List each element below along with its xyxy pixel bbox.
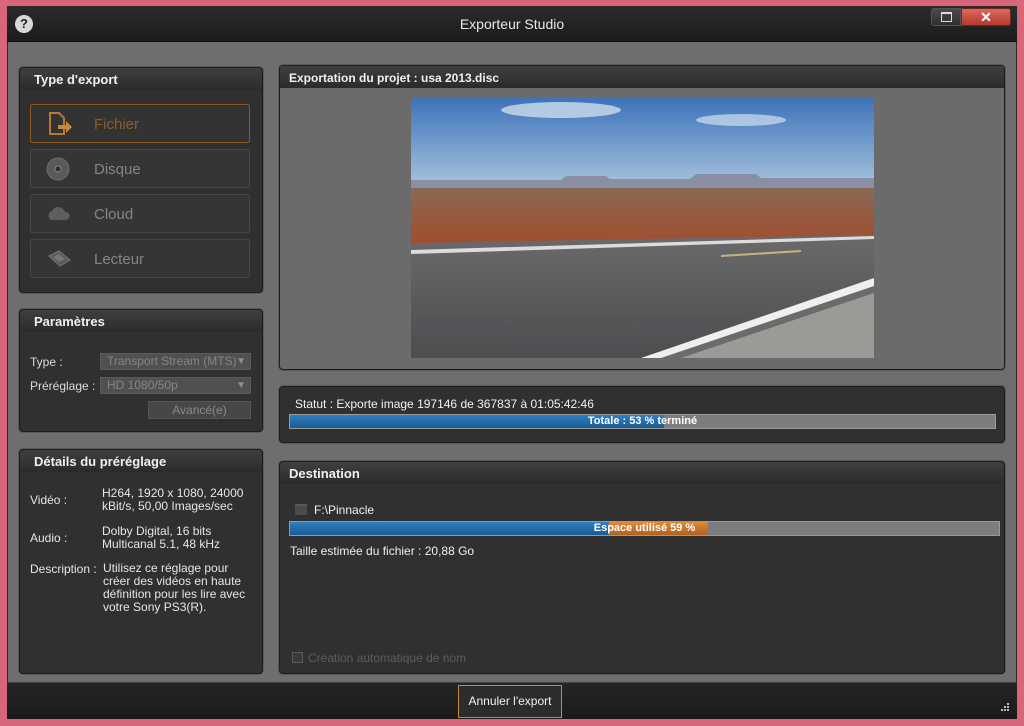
preset-label: Préréglage :: [30, 379, 96, 393]
cancel-export-button[interactable]: Annuler l'export: [458, 685, 562, 718]
export-type-cloud-button[interactable]: Cloud: [30, 194, 250, 233]
audio-value: Dolby Digital, 16 bits Multicanal 5.1, 4…: [102, 524, 221, 551]
destination-path[interactable]: F:\Pinnacle: [314, 503, 374, 517]
export-type-device-button[interactable]: Lecteur: [30, 239, 250, 278]
status-text: Statut : Exporte image 197146 de 367837 …: [295, 397, 594, 411]
disk-space-label: Espace utilisé 59 %: [593, 522, 696, 534]
export-progress-label: Totale : 53 % terminé: [587, 415, 698, 427]
type-select[interactable]: Transport Stream (MTS) ▼: [100, 353, 251, 370]
estimated-file-size: Taille estimée du fichier : 20,88 Go: [290, 544, 475, 558]
export-type-device-label: Lecteur: [94, 251, 145, 268]
export-type-cloud-label: Cloud: [94, 206, 134, 223]
export-type-panel: Type d'export Fichier Disque Cloud Lecte…: [19, 67, 263, 293]
destination-panel: Destination F:\Pinnacle Espace utilisé 5…: [279, 461, 1005, 674]
description-label: Description :: [30, 562, 97, 576]
preview-panel: Exportation du projet : usa 2013.disc: [279, 65, 1005, 370]
parameters-panel: Paramètres Type : Transport Stream (MTS)…: [19, 309, 263, 432]
footer-bar: Annuler l'export: [7, 682, 1017, 719]
video-value: H264, 1920 x 1080, 24000 kBit/s, 50,00 I…: [102, 486, 244, 513]
chevron-down-icon: ▼: [236, 380, 246, 391]
road-landscape-image: [411, 98, 874, 358]
disc-icon: [46, 157, 70, 181]
destination-heading: Destination: [280, 462, 1004, 484]
cloud-icon: [48, 207, 70, 220]
resize-grip-icon[interactable]: [999, 703, 1009, 713]
audio-label: Audio :: [30, 531, 68, 545]
exporter-window: ? Exporteur Studio ✕ Type d'export Fichi…: [7, 6, 1017, 719]
disk-space-bar: Espace utilisé 59 %: [289, 521, 1000, 536]
auto-name-label: Création automatique de nom: [308, 651, 467, 665]
type-label: Type :: [30, 355, 63, 369]
window-title: Exporteur Studio: [459, 16, 565, 32]
preset-select[interactable]: HD 1080/50p ▼: [100, 377, 251, 394]
preset-details-panel: Détails du préréglage Vidéo : H264, 1920…: [19, 449, 263, 674]
close-button[interactable]: ✕: [961, 8, 1011, 26]
maximize-icon: [940, 12, 952, 22]
file-export-icon: [49, 112, 72, 135]
auto-name-checkbox[interactable]: [292, 652, 303, 663]
status-panel: Statut : Exporte image 197146 de 367837 …: [279, 386, 1005, 443]
export-type-disc-label: Disque: [94, 161, 141, 178]
close-icon: ✕: [980, 8, 992, 25]
description-value: Utilisez ce réglage pour créer des vidéo…: [103, 561, 246, 614]
preview-heading: Exportation du projet : usa 2013.disc: [280, 66, 1004, 88]
folder-icon: [295, 504, 307, 515]
device-icon: [48, 250, 71, 267]
parameters-heading: Paramètres: [20, 310, 262, 332]
chevron-down-icon: ▼: [236, 356, 246, 367]
export-type-file-label: Fichier: [94, 116, 140, 133]
export-type-disc-button[interactable]: Disque: [30, 149, 250, 188]
auto-name-option[interactable]: Création automatique de nom: [292, 651, 466, 665]
title-bar: ? Exporteur Studio ✕: [7, 6, 1017, 42]
export-type-file-button[interactable]: Fichier: [30, 104, 250, 143]
window-controls: ✕: [931, 8, 1011, 28]
preset-details-heading: Détails du préréglage: [20, 450, 262, 472]
preset-select-value: HD 1080/50p: [107, 378, 178, 392]
type-select-value: Transport Stream (MTS): [107, 354, 237, 368]
advanced-button[interactable]: Avancé(e): [148, 401, 251, 419]
export-type-heading: Type d'export: [20, 68, 262, 90]
maximize-button[interactable]: [931, 8, 961, 26]
preview-image: [411, 98, 874, 358]
video-label: Vidéo :: [30, 493, 68, 507]
export-progress-bar: Totale : 53 % terminé: [289, 414, 996, 429]
